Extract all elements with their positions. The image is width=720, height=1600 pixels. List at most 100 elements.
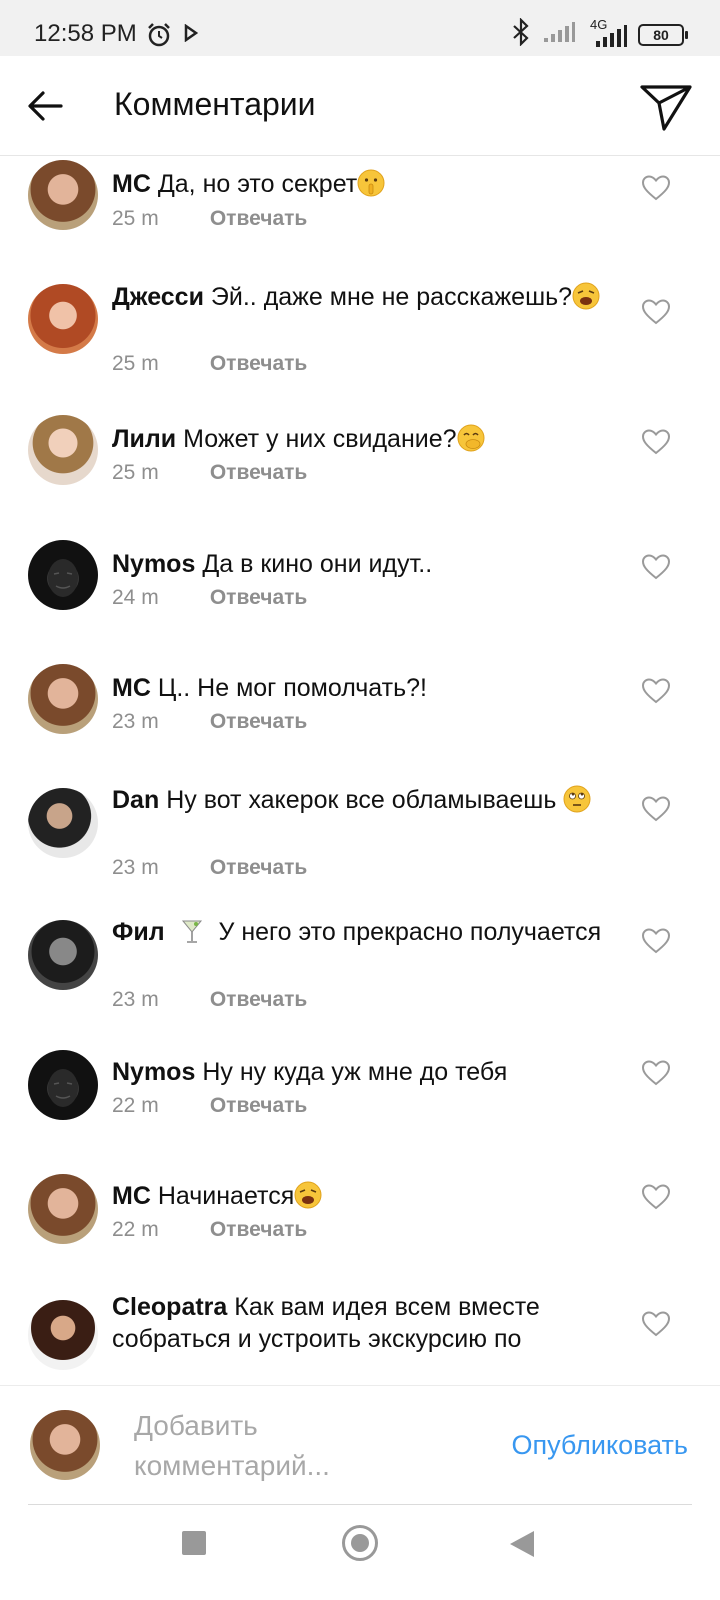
comment-time: 25 m xyxy=(112,461,159,484)
comments-list[interactable]: MC Да, но это секрет 25 m Отвечать Джесс… xyxy=(0,157,720,1383)
status-time: 12:58 PM xyxy=(34,20,137,47)
comment-body: Начинается xyxy=(157,1182,295,1210)
weary-face-icon xyxy=(294,1181,322,1209)
paper-plane-icon xyxy=(640,85,692,131)
comment-text: Фил У него это прекрасно получается xyxy=(112,916,632,948)
avatar[interactable] xyxy=(28,1050,98,1120)
like-heart-icon[interactable] xyxy=(642,1311,670,1337)
avatar[interactable] xyxy=(28,1174,98,1244)
reply-button[interactable]: Отвечать xyxy=(210,352,307,375)
system-nav-bar xyxy=(0,1505,720,1600)
avatar[interactable] xyxy=(28,664,98,734)
user-avatar xyxy=(30,1410,100,1480)
comment-composer: Добавить комментарий... Опубликовать xyxy=(0,1385,720,1505)
share-button[interactable] xyxy=(638,80,694,134)
comment-time: 23 m xyxy=(112,988,159,1011)
shushing-face-icon xyxy=(357,169,385,197)
comment-body: Ну ну куда уж мне до тебя xyxy=(202,1058,508,1086)
nav-back-button[interactable] xyxy=(510,1531,534,1557)
avatar[interactable] xyxy=(28,788,98,858)
comment-meta: 25 m Отвечать xyxy=(112,461,307,485)
reply-button[interactable]: Отвечать xyxy=(210,207,307,230)
avatar[interactable] xyxy=(28,540,98,610)
avatar[interactable] xyxy=(28,160,98,230)
comment-time: 22 m xyxy=(112,1094,159,1117)
comment-time: 25 m xyxy=(112,207,159,230)
comment-username[interactable]: Nymos xyxy=(112,550,195,578)
comment-text: Nymos Ну ну куда уж мне до тебя xyxy=(112,1056,632,1088)
comment-username[interactable]: Джесси xyxy=(112,283,204,311)
like-heart-icon[interactable] xyxy=(642,175,670,201)
comment-text: MC Начинается xyxy=(112,1180,632,1212)
arrow-left-icon xyxy=(28,91,63,121)
play-icon xyxy=(184,23,199,47)
comment-body: Эй.. даже мне не расскажешь? xyxy=(210,283,573,311)
comment-time: 23 m xyxy=(112,710,159,733)
comment-username[interactable]: MC xyxy=(112,1182,151,1210)
comment-text: Лили Может у них свидание? xyxy=(112,423,632,455)
reply-button[interactable]: Отвечать xyxy=(210,1094,307,1117)
comment-meta: 23 m Отвечать xyxy=(112,856,307,880)
comment-text: Cleopatra Как вам идея всем вместе собра… xyxy=(112,1291,632,1355)
reply-button[interactable]: Отвечать xyxy=(210,586,307,609)
reply-button[interactable]: Отвечать xyxy=(210,988,307,1011)
avatar[interactable] xyxy=(28,284,98,354)
comment-time: 24 m xyxy=(112,586,159,609)
comment-meta: 25 m Отвечать xyxy=(112,207,307,231)
signal-icon xyxy=(542,20,576,49)
comment-username[interactable]: Фил xyxy=(112,918,165,946)
comment-body: Да в кино они идут.. xyxy=(202,550,433,578)
home-button[interactable] xyxy=(342,1525,378,1561)
comment-body: Ну вот хакерок все обламываешь xyxy=(166,786,557,814)
page-title: Комментарии xyxy=(114,86,316,122)
comment-username[interactable]: MC xyxy=(112,674,151,702)
reply-button[interactable]: Отвечать xyxy=(210,856,307,879)
mask-icon xyxy=(48,559,78,597)
like-heart-icon[interactable] xyxy=(642,796,670,822)
back-button[interactable] xyxy=(20,82,70,130)
like-heart-icon[interactable] xyxy=(642,678,670,704)
comment-body: Да, но это секрет xyxy=(157,170,358,198)
comment-meta: 22 m Отвечать xyxy=(112,1094,307,1118)
bluetooth-icon xyxy=(510,17,532,51)
status-bar: 12:58 PM 4G 80 xyxy=(0,0,720,56)
mobile-data-icon: 4G xyxy=(586,17,628,49)
alarm-icon xyxy=(146,22,172,53)
comment-time: 22 m xyxy=(112,1218,159,1241)
comment-body: У него это прекрасно получается xyxy=(218,918,602,946)
eye-roll-face-icon xyxy=(563,785,591,813)
comment-meta: 25 m Отвечать xyxy=(112,352,307,376)
avatar[interactable] xyxy=(28,1300,98,1370)
comment-username[interactable]: MC xyxy=(112,170,151,198)
mask-icon xyxy=(48,1069,78,1107)
avatar[interactable] xyxy=(28,920,98,990)
reply-button[interactable]: Отвечать xyxy=(210,1218,307,1241)
comment-text: Dan Ну вот хакерок все обламываешь xyxy=(112,784,632,816)
comment-text: MC Ц.. Не мог помолчать?! xyxy=(112,672,632,704)
like-heart-icon[interactable] xyxy=(642,429,670,455)
comment-meta: 24 m Отвечать xyxy=(112,586,307,610)
app-header: Комментарии xyxy=(0,56,720,156)
reply-button[interactable]: Отвечать xyxy=(210,461,307,484)
comment-body: Ц.. Не мог помолчать?! xyxy=(157,674,427,702)
recent-apps-button[interactable] xyxy=(182,1531,206,1555)
like-heart-icon[interactable] xyxy=(642,299,670,325)
weary-face-icon xyxy=(572,282,600,310)
hand-over-mouth-face-icon xyxy=(457,424,485,452)
comment-username[interactable]: Лили xyxy=(112,425,176,453)
comment-meta: 23 m Отвечать xyxy=(112,988,307,1012)
comment-username[interactable]: Nymos xyxy=(112,1058,195,1086)
like-heart-icon[interactable] xyxy=(642,554,670,580)
comment-username[interactable]: Cleopatra xyxy=(112,1293,227,1321)
publish-button[interactable]: Опубликовать xyxy=(511,1430,688,1461)
like-heart-icon[interactable] xyxy=(642,1060,670,1086)
comment-body: Может у них свидание? xyxy=(183,425,457,453)
avatar[interactable] xyxy=(28,415,98,485)
like-heart-icon[interactable] xyxy=(642,928,670,954)
comment-time: 25 m xyxy=(112,352,159,375)
comment-text: Nymos Да в кино они идут.. xyxy=(112,548,632,580)
reply-button[interactable]: Отвечать xyxy=(210,710,307,733)
like-heart-icon[interactable] xyxy=(642,1184,670,1210)
comment-username[interactable]: Dan xyxy=(112,786,159,814)
comment-input[interactable]: Добавить комментарий... xyxy=(134,1406,434,1486)
